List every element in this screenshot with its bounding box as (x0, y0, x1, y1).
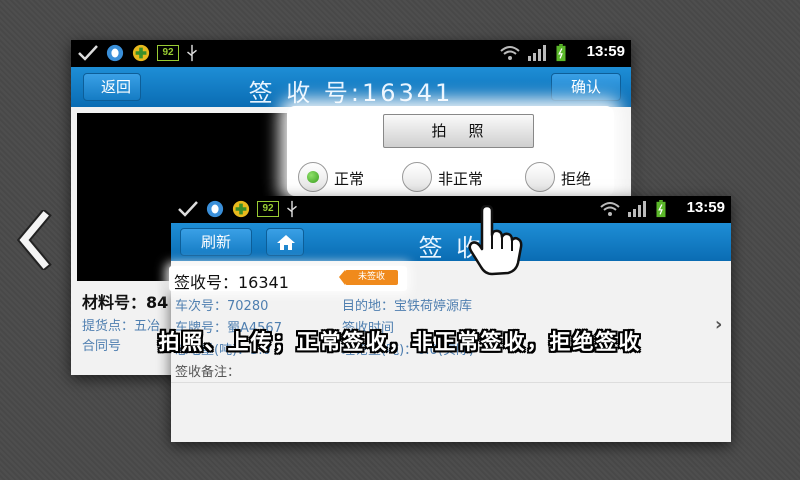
wifi-icon (500, 46, 520, 60)
title-bar: 刷新 签 收 (171, 223, 731, 262)
destination: 目的地：宝铁荷婷源库 (342, 299, 473, 314)
plugin-icon (132, 44, 150, 62)
wifi-icon (600, 202, 620, 216)
status-bar: 92 13:59 (71, 40, 631, 67)
radio-circle (402, 162, 432, 192)
page-title: 签 收 (418, 234, 484, 262)
radio-label: 非正常 (438, 170, 484, 188)
sign-remark: 签收备注： (175, 365, 241, 380)
divider (171, 382, 731, 383)
hand-pointer-icon (468, 205, 523, 276)
sign-number: 签收号：16341 (174, 273, 289, 292)
signal-icon (528, 45, 546, 61)
page-title: 签 收 号:16341 (248, 79, 454, 107)
usb-icon (187, 44, 197, 62)
battery-icon (656, 200, 666, 218)
front-phone-screen: 92 13:59 刷新 签 收 签收号：16341 未签收 车次号：70280 … (169, 196, 731, 442)
qq-icon (106, 44, 124, 62)
status-badge: 未签收 (339, 270, 398, 285)
sign-dialog: 拍照 正常 非正常 拒绝 (287, 106, 614, 196)
title-bar: 返回 签 收 号:16341 确认 (71, 67, 631, 107)
material-number: 材料号：84 (82, 293, 169, 312)
signal-icon (628, 201, 646, 217)
qq-icon (206, 200, 224, 218)
take-photo-button[interactable]: 拍照 (383, 114, 534, 148)
status-clock: 13:59 (586, 43, 625, 60)
sign-number-row[interactable]: 签收号：16341 未签收 (169, 266, 407, 292)
battery-badge: 92 (157, 45, 179, 61)
radio-label: 拒绝 (561, 170, 592, 188)
radio-circle (298, 162, 328, 192)
chevron-left-icon[interactable] (14, 210, 54, 270)
car-number: 车次号：70280 (175, 299, 269, 314)
radio-circle (525, 162, 555, 192)
usb-icon (287, 200, 297, 218)
battery-badge: 92 (257, 201, 279, 217)
check-icon (178, 201, 198, 217)
radio-label: 正常 (334, 170, 365, 188)
plugin-icon (232, 200, 250, 218)
check-icon (78, 45, 98, 61)
status-bar: 92 13:59 (171, 196, 731, 223)
feature-caption: 拍照、上传；正常签收，非正常签收，拒绝签收 (158, 330, 642, 354)
status-clock: 13:59 (686, 199, 725, 216)
confirm-button[interactable]: 确认 (551, 73, 621, 101)
battery-icon (556, 44, 566, 62)
